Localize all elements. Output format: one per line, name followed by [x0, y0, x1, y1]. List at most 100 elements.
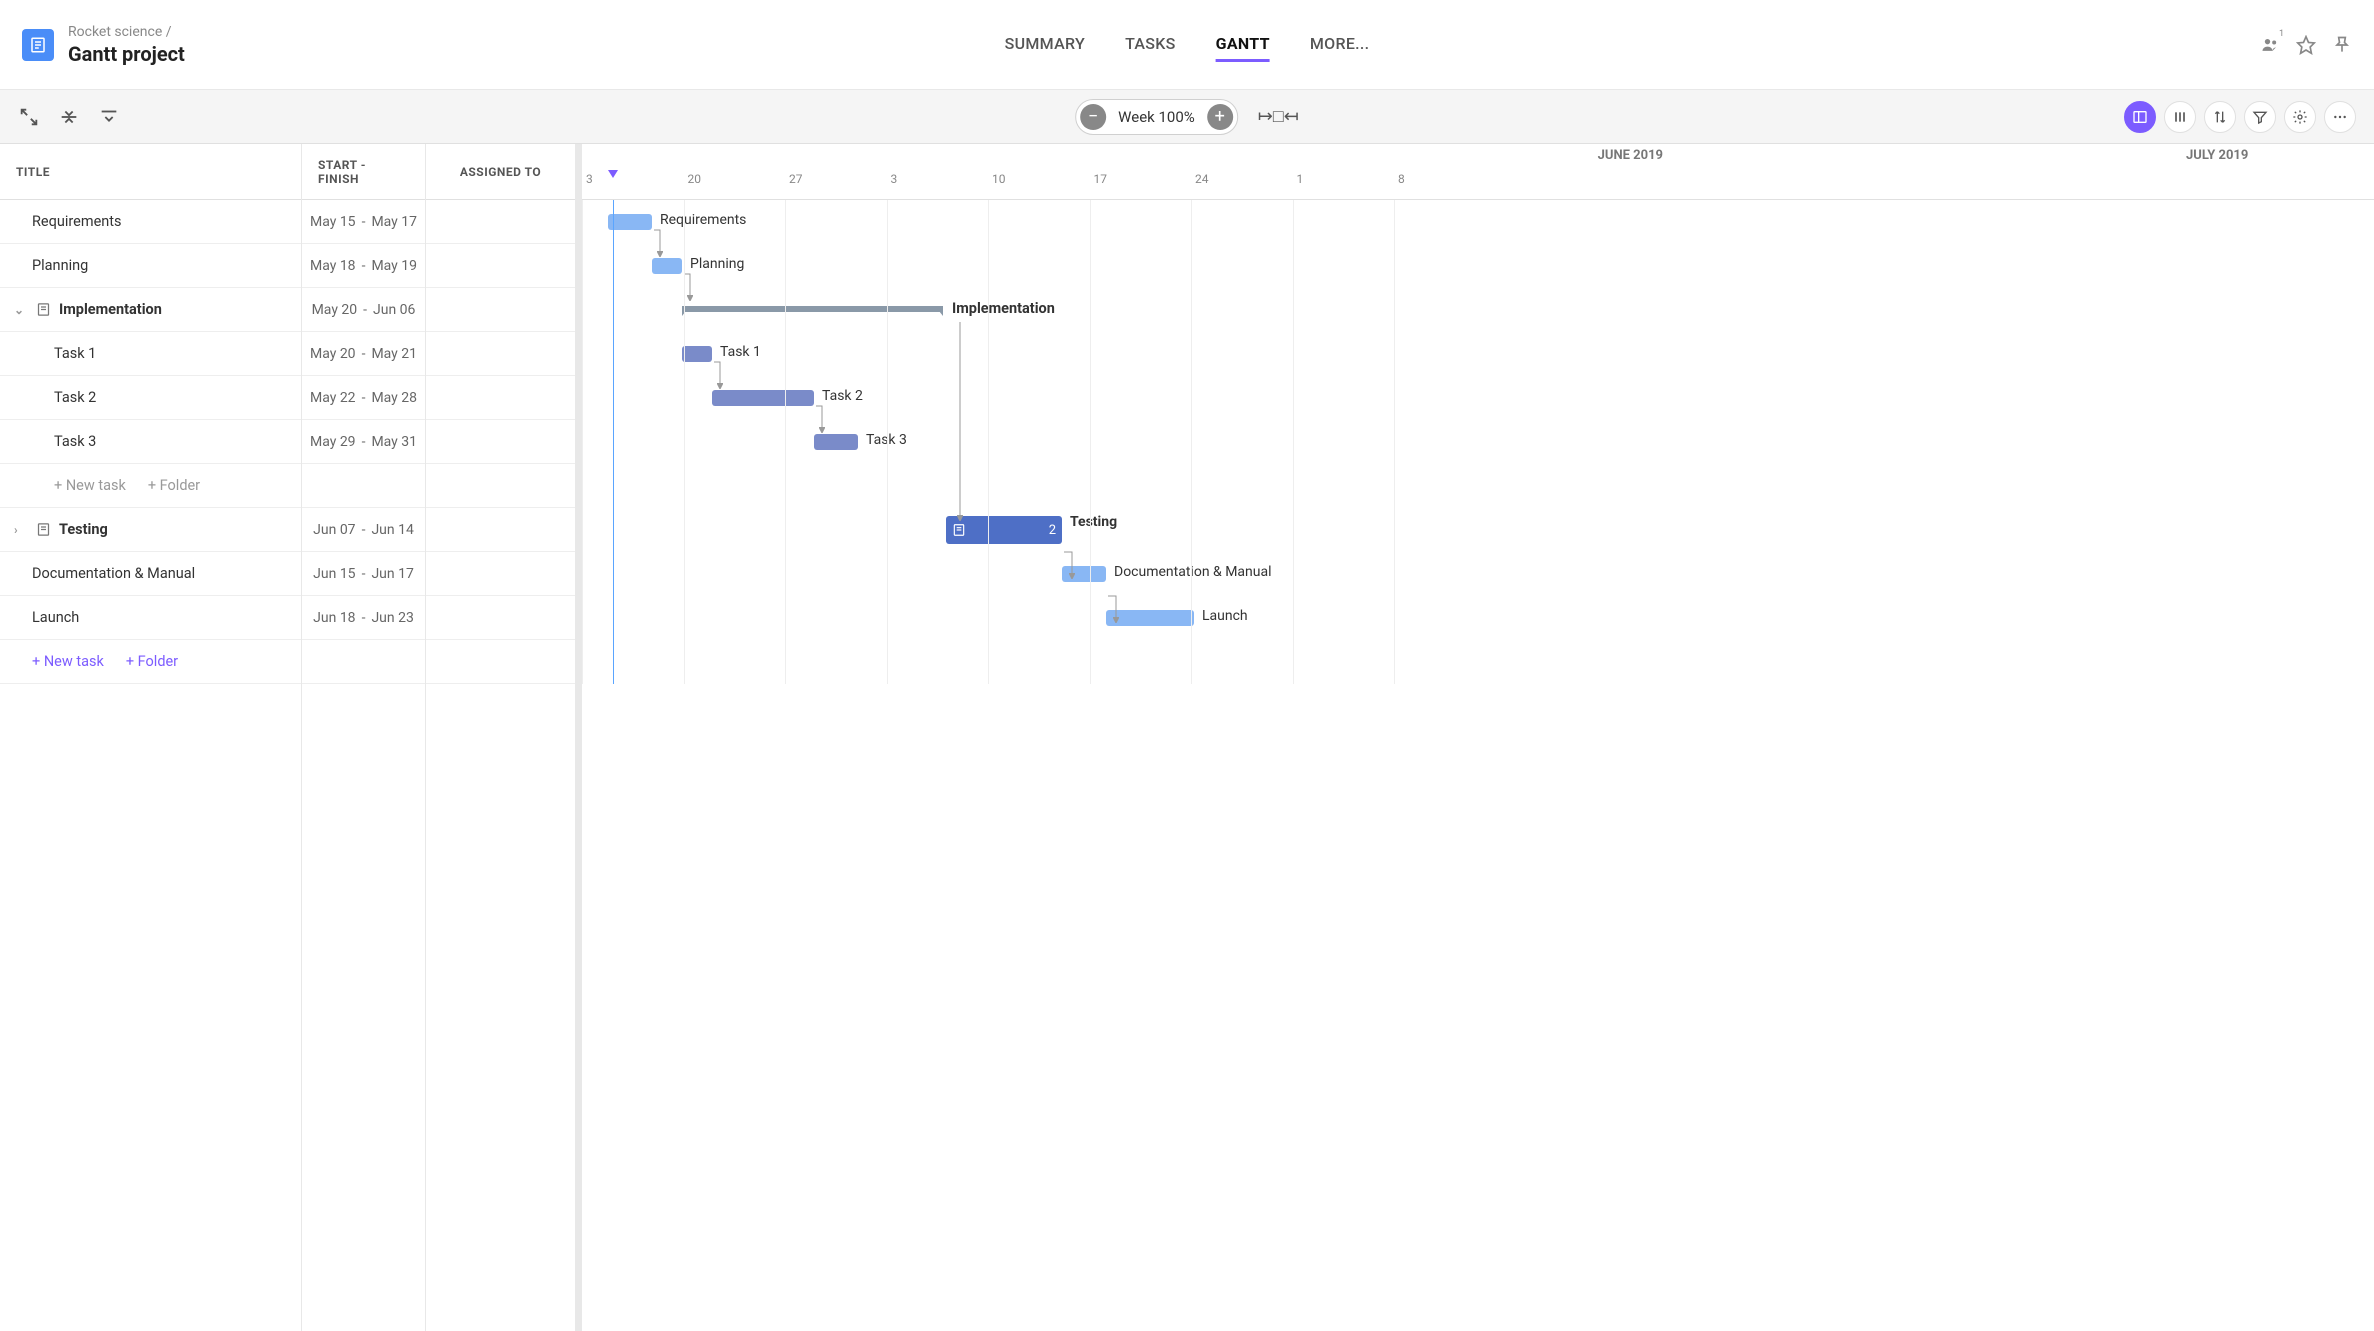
sort-button[interactable] — [2204, 101, 2236, 133]
gantt-bar[interactable]: Task 3 — [814, 434, 858, 450]
finish-date: Jun 14 — [371, 522, 413, 538]
finish-date: May 21 — [371, 346, 417, 362]
table-row[interactable]: Task 3 — [0, 420, 301, 464]
zoom-label[interactable]: Week 100% — [1106, 108, 1207, 126]
new-folder-button[interactable]: + Folder — [126, 653, 178, 670]
new-task-button[interactable]: + New task — [54, 477, 126, 494]
gantt-bar[interactable]: Documentation & Manual — [1062, 566, 1106, 582]
start-date: May 15 — [310, 214, 356, 230]
bar-label: Documentation & Manual — [1114, 564, 1272, 580]
folder-icon — [36, 302, 51, 317]
task-title: Planning — [32, 257, 88, 274]
col-header-title[interactable]: TITLE — [0, 144, 301, 200]
member-count: 1 — [2279, 29, 2284, 39]
zoom-out-button[interactable]: − — [1080, 104, 1106, 130]
today-marker-icon — [608, 170, 618, 178]
chevron-right-icon[interactable]: › — [14, 523, 28, 537]
finish-date: May 19 — [371, 258, 417, 274]
table-row[interactable]: › Testing — [0, 508, 301, 552]
bar-label: Planning — [690, 256, 744, 272]
bar-label: Task 1 — [720, 344, 761, 360]
new-folder-button[interactable]: + Folder — [148, 477, 200, 494]
collapse-icon[interactable] — [58, 106, 80, 128]
gantt-bar[interactable]: 2Testing — [946, 516, 1062, 544]
table-row[interactable]: Task 1 — [0, 332, 301, 376]
header-actions: 1 — [2260, 35, 2352, 55]
add-row: + New task + Folder — [0, 640, 301, 684]
finish-date: Jun 23 — [371, 610, 413, 626]
day-label: 3 — [582, 172, 593, 186]
gantt-toolbar: − Week 100% + ↦□↤ — [0, 90, 2374, 144]
gantt-bar[interactable]: Task 1 — [682, 346, 712, 362]
start-date: May 22 — [310, 390, 356, 406]
start-date: May 20 — [312, 302, 358, 318]
day-label: 17 — [1090, 172, 1108, 186]
nav-tabs: SUMMARY TASKS GANTT MORE... — [1005, 28, 1370, 62]
breadcrumb[interactable]: Rocket science / — [68, 24, 185, 40]
table-row[interactable]: Planning — [0, 244, 301, 288]
finish-date: May 17 — [371, 214, 417, 230]
bar-label: Requirements — [660, 212, 746, 228]
tab-tasks[interactable]: TASKS — [1125, 28, 1176, 62]
gantt-bar[interactable]: Planning — [652, 258, 682, 274]
gantt-body: Requirements Planning Implementation Tas… — [582, 200, 2374, 684]
page-header: Rocket science / Gantt project SUMMARY T… — [0, 0, 2374, 90]
finish-date: May 31 — [371, 434, 417, 450]
gantt-workspace: TITLE Requirements Planning ⌄Implementat… — [0, 144, 2374, 1331]
bar-label: Task 2 — [822, 388, 863, 404]
start-date: Jun 15 — [313, 566, 355, 582]
fullscreen-icon[interactable] — [18, 106, 40, 128]
table-row[interactable]: Documentation & Manual — [0, 552, 301, 596]
bar-label: Launch — [1202, 608, 1248, 624]
task-title: Testing — [59, 521, 108, 538]
start-date: May 18 — [310, 258, 356, 274]
gantt-timeline[interactable]: JUNE 2019 JULY 2019 32027310172418 Requi… — [582, 144, 2374, 1331]
add-row: + New task + Folder — [0, 464, 301, 508]
scroll-to-today-icon[interactable]: ↦□↤ — [1258, 106, 1299, 127]
gantt-summary-bar[interactable] — [682, 306, 943, 312]
project-icon — [22, 29, 54, 61]
zoom-in-button[interactable]: + — [1207, 104, 1233, 130]
chevron-down-icon[interactable]: ⌄ — [14, 303, 28, 317]
gantt-bar[interactable]: Launch — [1106, 610, 1194, 626]
more-button[interactable] — [2324, 101, 2356, 133]
subtask-count: 2 — [1049, 523, 1062, 538]
finish-date: Jun 17 — [371, 566, 413, 582]
day-label: 1 — [1293, 172, 1304, 186]
finish-date: May 28 — [371, 390, 417, 406]
finish-date: Jun 06 — [373, 302, 415, 318]
day-label: 3 — [887, 172, 898, 186]
pin-icon[interactable] — [2332, 35, 2352, 55]
table-row[interactable]: Launch — [0, 596, 301, 640]
view-columns-button[interactable] — [2164, 101, 2196, 133]
tab-more[interactable]: MORE... — [1310, 28, 1370, 62]
day-label: 10 — [988, 172, 1006, 186]
star-icon[interactable] — [2296, 35, 2316, 55]
settings-button[interactable] — [2284, 101, 2316, 133]
day-label: 27 — [785, 172, 803, 186]
start-date: Jun 07 — [313, 522, 355, 538]
expand-icon[interactable] — [98, 106, 120, 128]
month-label: JULY 2019 — [2060, 144, 2374, 172]
col-header-dates[interactable]: START - FINISH — [302, 144, 425, 200]
view-split-button[interactable] — [2124, 101, 2156, 133]
project-block: Rocket science / Gantt project — [22, 24, 185, 66]
table-row[interactable]: Requirements — [0, 200, 301, 244]
task-title: Documentation & Manual — [32, 565, 195, 582]
folder-icon — [36, 522, 51, 537]
task-title: Task 3 — [54, 433, 96, 450]
new-task-button[interactable]: + New task — [32, 653, 104, 670]
col-header-assigned[interactable]: ASSIGNED TO — [426, 144, 575, 200]
task-title: Task 1 — [54, 345, 96, 362]
start-date: May 29 — [310, 434, 356, 450]
tab-summary[interactable]: SUMMARY — [1005, 28, 1085, 62]
task-title: Task 2 — [54, 389, 96, 406]
table-row[interactable]: Task 2 — [0, 376, 301, 420]
gantt-bar[interactable]: Task 2 — [712, 390, 814, 406]
tab-gantt[interactable]: GANTT — [1216, 28, 1270, 62]
today-line — [613, 200, 614, 684]
members-icon[interactable]: 1 — [2260, 35, 2280, 55]
filter-button[interactable] — [2244, 101, 2276, 133]
table-row[interactable]: ⌄Implementation — [0, 288, 301, 332]
gantt-bar[interactable]: Requirements — [608, 214, 652, 230]
